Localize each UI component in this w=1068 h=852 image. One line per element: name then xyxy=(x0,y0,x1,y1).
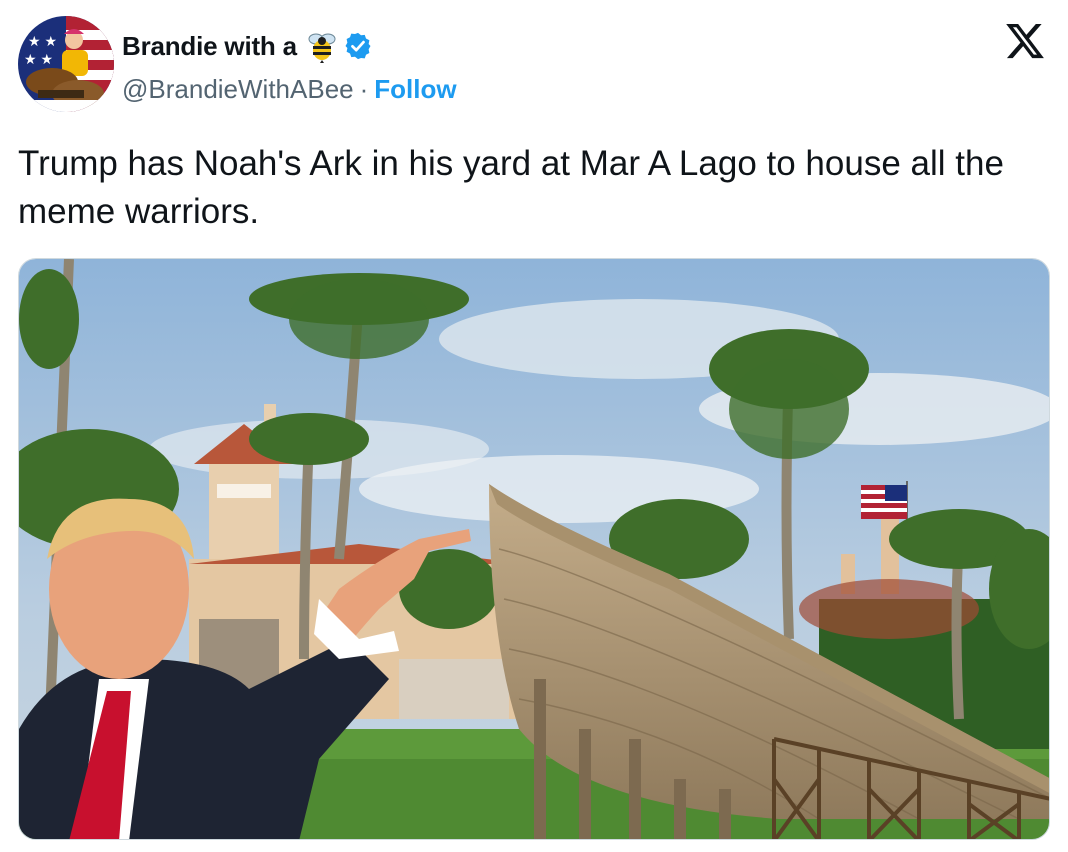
svg-text:★ ★: ★ ★ xyxy=(28,33,57,49)
name-row: Brandie with a xyxy=(122,28,373,64)
separator-dot: · xyxy=(359,74,369,104)
handle-row: @BrandieWithABee · Follow xyxy=(122,74,457,105)
follow-button[interactable]: Follow xyxy=(374,74,456,105)
verified-badge-icon xyxy=(343,31,373,61)
display-name[interactable]: Brandie with a xyxy=(122,31,297,62)
svg-text:★ ★: ★ ★ xyxy=(24,51,53,67)
tweet-header: ★ ★ ★ ★ Brandie with a @BrandieWithABee … xyxy=(18,16,1052,116)
tweet-image[interactable] xyxy=(18,258,1050,840)
x-logo-icon[interactable] xyxy=(1004,20,1046,62)
tweet-text: Trump has Noah's Ark in his yard at Mar … xyxy=(18,144,1004,231)
user-handle[interactable]: @BrandieWithABee xyxy=(122,74,354,105)
bee-icon xyxy=(305,29,339,63)
avatar[interactable]: ★ ★ ★ ★ xyxy=(18,16,114,112)
